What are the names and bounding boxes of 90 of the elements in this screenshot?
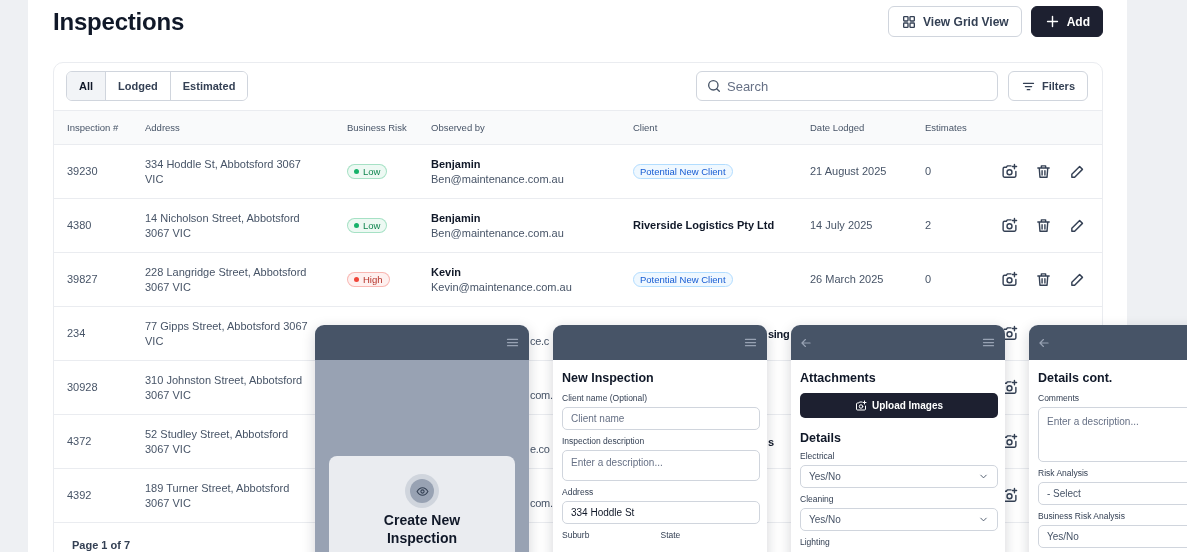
column-header: Client [633, 121, 659, 135]
field-label: State [660, 530, 682, 540]
address-cell-text: 77 Gipps Street, Abbotsford 3067 VIC [145, 318, 309, 349]
inspection-number: 39827 [67, 272, 99, 287]
upload-images-button[interactable]: Upload Images [800, 393, 998, 418]
observer-name: Kevin [431, 264, 462, 280]
observer-name: Benjamin [431, 210, 482, 226]
search-icon [706, 78, 722, 94]
inspection-number: 39230 [67, 164, 99, 179]
select-field[interactable]: - Select [1038, 482, 1187, 505]
field-label: Inspection description [562, 436, 646, 446]
field-label: Lighting [800, 537, 831, 547]
date-cell-text: 26 March 2025 [810, 272, 885, 287]
inspection-number: 30928 [67, 380, 99, 395]
select-field[interactable]: Yes/No [800, 508, 998, 531]
grid-icon [901, 13, 918, 30]
client-name: s [768, 435, 774, 448]
inspection-number: 4372 [67, 434, 93, 449]
risk-badge: Low [347, 164, 388, 179]
camera-plus-icon[interactable] [1001, 217, 1018, 234]
text-input[interactable]: Client name [562, 407, 760, 430]
observer-email: Kevin@maintenance.com.au [431, 279, 573, 295]
card-title: Create New Inspection [382, 511, 462, 547]
date-cell-text: 21 August 2025 [810, 164, 888, 179]
edit-icon[interactable] [1069, 217, 1086, 234]
date-cell-text: 14 July 2025 [810, 218, 874, 233]
estimates-cell-text: 0 [925, 272, 933, 287]
camera-plus-icon[interactable] [1001, 163, 1018, 180]
client-badge: Potential New Client [633, 272, 733, 287]
field-label: Business Risk Analysis [1038, 511, 1126, 521]
field-label: Client name (Optional) [562, 393, 649, 403]
text-input[interactable]: 334 Hoddle St [562, 501, 760, 524]
inspection-number: 4380 [67, 218, 93, 233]
pagination-text: Page 1 of 7 [72, 539, 131, 551]
estimates-cell-text: 0 [925, 164, 933, 179]
observer-email: Ben@maintenance.com.au [431, 225, 565, 241]
address-cell-text: 310 Johnston Street, Abbotsford 3067 VIC [145, 372, 304, 403]
field-label: Electrical [800, 451, 836, 461]
observer-email: com. [530, 495, 553, 509]
risk-badge: Low [347, 218, 388, 233]
trash-icon[interactable] [1035, 163, 1052, 180]
address-cell-text: 14 Nicholson Street, Abbotsford 3067 VIC [145, 210, 301, 241]
edit-icon[interactable] [1069, 163, 1086, 180]
form-title: New Inspection [562, 371, 655, 385]
select-field[interactable]: Yes/No [1038, 525, 1187, 548]
column-header: Observed by [431, 121, 486, 135]
field-label: Suburb [562, 530, 591, 540]
field-label: Comments [1038, 393, 1081, 403]
observer-email: e.co [530, 441, 550, 455]
camera-plus-icon [854, 399, 867, 412]
form-title: Details cont. [1038, 371, 1114, 385]
section-title: Details [800, 431, 842, 445]
column-header: Inspection # [67, 121, 120, 135]
field-label: Address [562, 487, 595, 497]
observer-email: ce.c [530, 333, 549, 347]
filter-tab[interactable]: All [67, 72, 107, 100]
address-cell-text: 228 Langridge Street, Abbotsford 3067 VIC [145, 264, 308, 295]
estimates-cell-text: 2 [925, 218, 933, 233]
inspection-number: 4392 [67, 488, 93, 503]
address-cell-text: 189 Turner Street, Abbotsford 3067 VIC [145, 480, 291, 511]
column-header: Estimates [925, 121, 968, 135]
observer-email: com. [530, 387, 553, 401]
filters-button[interactable]: Filters [1008, 71, 1088, 101]
edit-icon[interactable] [1069, 271, 1086, 288]
eye-icon [405, 474, 439, 508]
client-name: Riverside Logistics Pty Ltd [633, 219, 775, 231]
inspection-number: 234 [67, 326, 87, 341]
trash-icon[interactable] [1035, 271, 1052, 288]
address-cell-text: 52 Studley Street, Abbotsford 3067 VIC [145, 426, 290, 457]
description-field[interactable]: Enter a description... [562, 450, 760, 481]
column-header: Business Risk [347, 121, 408, 135]
observer-email: Ben@maintenance.com.au [431, 171, 565, 187]
description-field[interactable]: Enter a description... [1038, 407, 1187, 462]
trash-icon[interactable] [1035, 217, 1052, 234]
page-title: Inspections [53, 7, 185, 36]
column-header: Date Lodged [810, 121, 866, 135]
observer-name: Benjamin [431, 156, 482, 172]
add-button[interactable]: Add [1030, 6, 1103, 37]
select-field[interactable]: Yes/No [800, 465, 998, 488]
field-label: Risk Analysis [1038, 468, 1090, 478]
column-header: Address [145, 121, 181, 135]
form-title: Attachments [800, 371, 877, 385]
camera-plus-icon[interactable] [1001, 271, 1018, 288]
risk-badge: High [347, 272, 390, 287]
address-cell-text: 334 Hoddle St, Abbotsford 3067 VIC [145, 156, 302, 187]
view-grid-button[interactable]: View Grid View [888, 6, 1022, 37]
search-field[interactable]: Search [696, 71, 998, 101]
field-label: Cleaning [800, 494, 835, 504]
client-name: sing [768, 327, 790, 340]
client-badge: Potential New Client [633, 164, 733, 179]
